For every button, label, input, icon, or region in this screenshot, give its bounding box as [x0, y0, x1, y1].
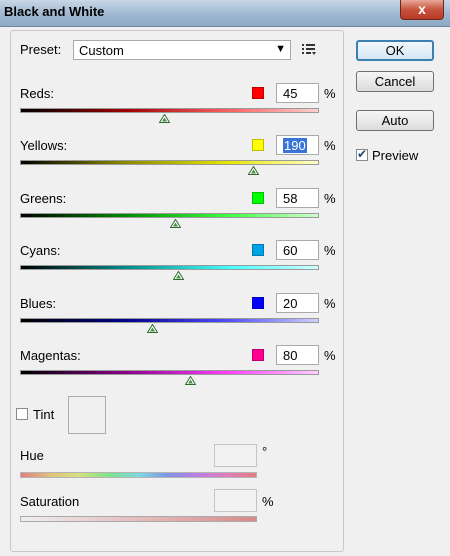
magentas-label: Magentas: [20, 348, 81, 363]
title-bar: Black and White x [0, 0, 450, 27]
hue-label: Hue [20, 448, 44, 463]
greens-percent: % [324, 191, 336, 206]
yellows-swatch [252, 139, 264, 151]
cyans-label: Cyans: [20, 243, 61, 258]
blues-slider-track[interactable] [20, 318, 319, 323]
magentas-value: 80 [283, 348, 298, 363]
reds-label: Reds: [20, 86, 54, 101]
cyans-percent: % [324, 243, 336, 258]
tint-checkbox[interactable] [16, 408, 28, 420]
saturation-label: Saturation [20, 494, 80, 509]
blues-label: Blues: [20, 296, 57, 311]
greens-value: 58 [283, 191, 298, 206]
magentas-value-input[interactable]: 80 [276, 345, 319, 365]
hue-input [214, 444, 257, 467]
reds-percent: % [324, 86, 336, 101]
blues-value: 20 [283, 296, 298, 311]
cancel-button[interactable]: Cancel [356, 71, 434, 92]
cyans-value: 60 [283, 243, 298, 258]
close-button[interactable]: x [400, 0, 444, 20]
close-icon: x [418, 1, 426, 17]
cyans-swatch [252, 244, 264, 256]
preview-checkbox[interactable]: ✔ [356, 147, 368, 161]
hue-slider [20, 472, 257, 478]
greens-value-input[interactable]: 58 [276, 188, 319, 208]
yellows-percent: % [324, 138, 336, 153]
cyans-slider-track[interactable] [20, 265, 319, 270]
preset-value: Custom [79, 43, 124, 58]
yellows-value-input[interactable]: 190 [276, 135, 319, 155]
checkmark-icon: ✔ [357, 147, 368, 161]
saturation-input [214, 489, 257, 512]
saturation-slider [20, 516, 257, 522]
blues-swatch [252, 297, 264, 309]
yellows-value: 190 [283, 138, 307, 153]
cyans-value-input[interactable]: 60 [276, 240, 319, 260]
hue-unit: ° [262, 444, 268, 459]
chevron-down-icon: ▼ [275, 43, 286, 55]
greens-slider-track[interactable] [20, 213, 319, 218]
magentas-percent: % [324, 348, 336, 363]
reds-value: 45 [283, 86, 298, 101]
greens-swatch [252, 192, 264, 204]
tint-color-swatch[interactable] [68, 396, 106, 434]
preset-label: Preset: [20, 42, 62, 57]
reds-swatch [252, 87, 264, 99]
reds-slider-track[interactable] [20, 108, 319, 113]
auto-button[interactable]: Auto [356, 110, 434, 131]
preset-menu-icon[interactable] [301, 42, 317, 56]
ok-button[interactable]: OK [356, 40, 434, 61]
yellows-label: Yellows: [20, 138, 68, 153]
reds-value-input[interactable]: 45 [276, 83, 319, 103]
window-title: Black and White [4, 4, 105, 19]
blues-percent: % [324, 296, 336, 311]
magentas-swatch [252, 349, 264, 361]
saturation-unit: % [262, 494, 274, 509]
blues-value-input[interactable]: 20 [276, 293, 319, 313]
greens-label: Greens: [20, 191, 67, 206]
preview-label: Preview [372, 148, 419, 163]
magentas-slider-track[interactable] [20, 370, 319, 375]
tint-label: Tint [33, 407, 55, 422]
preset-dropdown[interactable]: Custom ▼ [73, 40, 291, 60]
yellows-slider-track[interactable] [20, 160, 319, 165]
